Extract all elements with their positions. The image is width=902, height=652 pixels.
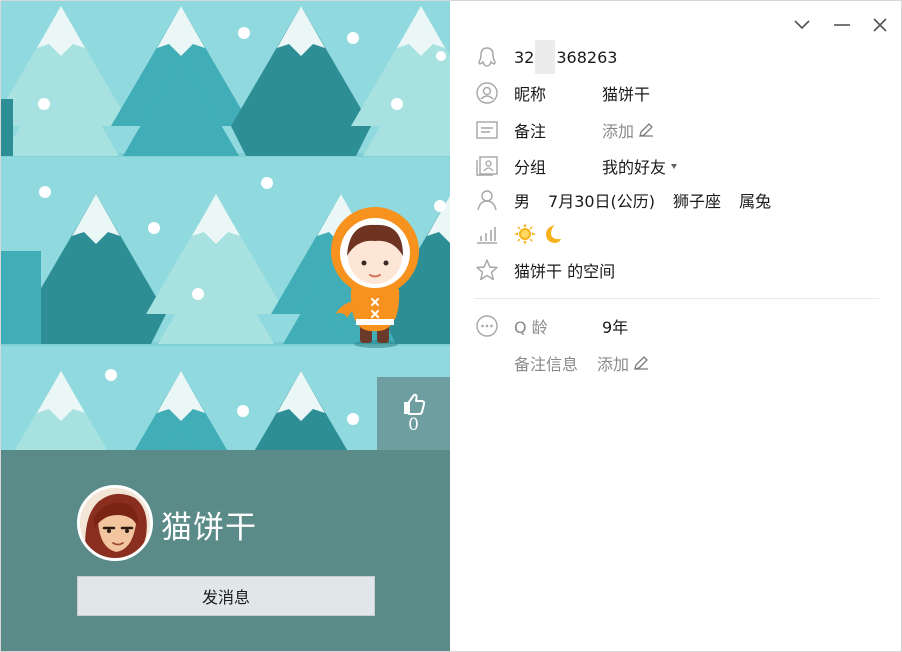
close-icon — [873, 18, 887, 32]
level-row — [474, 219, 562, 249]
group-value: 我的好友 — [602, 158, 667, 177]
pencil-icon — [639, 123, 654, 137]
qage-value: 9年 — [602, 318, 629, 337]
sun-icon — [514, 223, 536, 245]
basic-info-row: 男 7月30日(公历) 狮子座 属兔 — [474, 185, 771, 215]
qage-label: Q 龄 — [514, 318, 548, 337]
like-count: 0 — [408, 415, 419, 435]
contact-group-icon — [474, 153, 500, 179]
penguin-icon — [474, 44, 500, 70]
qage-row: Q 龄 9年 — [474, 311, 628, 341]
thumbs-up-icon — [403, 393, 425, 415]
remark-edit-link[interactable]: 添加 — [602, 118, 654, 142]
level-badges[interactable] — [514, 223, 562, 245]
profile-card-window: 0 猫饼干 发消息 32 368263 昵称 猫饼干 备注 添加 分组 我的好友… — [0, 0, 902, 652]
nickname-value: 猫饼干 — [602, 85, 651, 104]
level-chart-icon — [474, 221, 500, 247]
section-divider — [474, 298, 879, 299]
gender-value: 男 — [514, 192, 531, 211]
qzone-link[interactable]: 猫饼干 的空间 — [514, 258, 615, 282]
remark-row: 备注 添加 — [474, 115, 654, 145]
avatar-image — [80, 488, 150, 558]
more-circle-icon[interactable] — [474, 313, 500, 339]
qq-number-suffix: 368263 — [556, 47, 618, 67]
profile-details-panel: 32 368263 昵称 猫饼干 备注 添加 分组 我的好友 男 7月30日(公… — [450, 1, 901, 651]
user-circle-icon — [474, 80, 500, 106]
redaction-mask — [535, 40, 556, 74]
pencil-icon — [634, 356, 649, 370]
remark-info-row: 备注信息 添加 — [514, 348, 649, 378]
qq-number-prefix: 32 — [514, 47, 535, 67]
id-card-icon — [474, 117, 500, 143]
zodiac-value: 狮子座 — [673, 192, 722, 211]
qzone-row: 猫饼干 的空间 — [474, 255, 615, 285]
remark-info-value: 添加 — [597, 355, 630, 374]
remark-label: 备注 — [514, 122, 547, 141]
remark-info-label: 备注信息 — [514, 355, 579, 374]
nickname-label: 昵称 — [514, 85, 547, 104]
send-message-button[interactable]: 发消息 — [77, 576, 375, 616]
profile-identity-area: 猫饼干 发消息 — [1, 450, 450, 651]
avatar[interactable] — [77, 485, 153, 561]
minimize-button[interactable] — [831, 14, 853, 36]
like-button[interactable]: 0 — [377, 377, 450, 450]
person-icon — [474, 187, 500, 213]
moon-icon — [546, 225, 561, 243]
minimize-icon — [834, 24, 850, 26]
remark-info-edit-link[interactable]: 添加 — [597, 351, 649, 375]
group-label: 分组 — [514, 158, 547, 177]
qq-number-row: 32 368263 — [474, 40, 617, 74]
remark-value: 添加 — [602, 122, 635, 141]
group-dropdown[interactable]: 我的好友 — [602, 154, 678, 178]
group-row: 分组 我的好友 — [474, 151, 678, 181]
nickname-row: 昵称 猫饼干 — [474, 78, 650, 108]
dropdown-arrow-icon — [671, 163, 678, 169]
chevron-down-icon — [794, 20, 810, 30]
profile-display-name: 猫饼干 — [161, 510, 257, 546]
profile-left-panel: 0 猫饼干 发消息 — [1, 1, 450, 651]
collapse-button[interactable] — [791, 14, 813, 36]
close-button[interactable] — [869, 14, 891, 36]
qq-number: 32 368263 — [514, 40, 617, 74]
star-icon — [474, 257, 500, 283]
chinese-zodiac-value: 属兔 — [739, 192, 772, 211]
birthday-value: 7月30日(公历) — [548, 192, 656, 211]
